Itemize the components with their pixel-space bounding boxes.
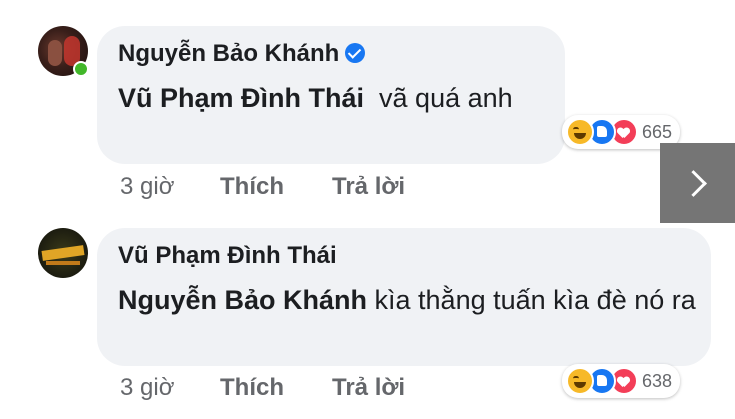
mention-link[interactable]: Nguyễn Bảo Khánh xyxy=(118,285,367,315)
haha-icon xyxy=(566,118,594,146)
comment-author[interactable]: Nguyễn Bảo Khánh xyxy=(118,40,366,68)
comment-actions: 3 giờ Thích Trả lời xyxy=(120,173,405,201)
comment-body: vã quá anh xyxy=(364,83,513,113)
next-button[interactable] xyxy=(660,143,735,223)
comment-text: Vũ Phạm Đình Thái vã quá anh xyxy=(118,78,558,118)
comment-timestamp[interactable]: 3 giờ xyxy=(120,374,220,402)
comment-timestamp[interactable]: 3 giờ xyxy=(120,173,220,201)
haha-icon xyxy=(566,367,594,395)
reply-button[interactable]: Trả lời xyxy=(332,374,405,402)
comment-bubble: Nguyễn Bảo Khánh Vũ Phạm Đình Thái vã qu… xyxy=(97,26,565,164)
mention-link[interactable]: Vũ Phạm Đình Thái xyxy=(118,83,364,113)
author-name[interactable]: Nguyễn Bảo Khánh xyxy=(118,40,339,67)
comment-actions: 3 giờ Thích Trả lời xyxy=(120,374,405,402)
reaction-count: 638 xyxy=(642,370,673,391)
avatar-figure xyxy=(46,261,80,265)
comment-author[interactable]: Vũ Phạm Đình Thái xyxy=(118,242,337,270)
comment-text: Nguyễn Bảo Khánh kìa thằng tuấn kìa đè n… xyxy=(118,280,708,320)
reaction-count: 665 xyxy=(642,121,673,142)
reply-button[interactable]: Trả lời xyxy=(332,173,405,201)
comment-body: kìa thằng tuấn kìa đè nó ra xyxy=(367,285,696,315)
like-button[interactable]: Thích xyxy=(220,173,332,201)
comment-bubble: Vũ Phạm Đình Thái Nguyễn Bảo Khánh kìa t… xyxy=(97,228,711,366)
chevron-right-icon xyxy=(680,169,707,197)
author-name[interactable]: Vũ Phạm Đình Thái xyxy=(118,242,337,269)
verified-badge-icon xyxy=(345,43,366,63)
like-button[interactable]: Thích xyxy=(220,374,332,402)
avatar-figure xyxy=(48,40,62,66)
avatar[interactable] xyxy=(38,228,88,278)
avatar-figure xyxy=(41,245,85,261)
online-status-icon xyxy=(73,61,89,77)
reaction-summary[interactable]: 638 xyxy=(562,364,681,398)
